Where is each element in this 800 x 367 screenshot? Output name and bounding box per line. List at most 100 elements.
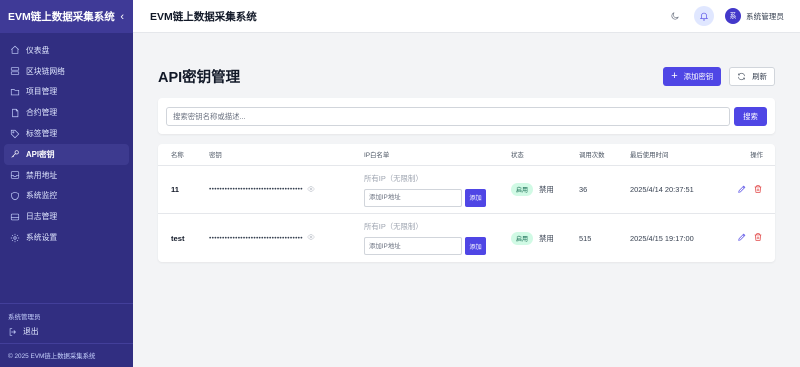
- refresh-icon: [738, 72, 746, 80]
- sidebar-item-label: 项目管理: [26, 87, 58, 97]
- network-icon: [9, 65, 21, 77]
- add-key-label: 添加密钥: [683, 71, 714, 81]
- disable-toggle[interactable]: 禁用: [539, 184, 554, 195]
- column-header-name: 名称: [171, 152, 184, 159]
- logout-label: 退出: [23, 327, 39, 336]
- sidebar-item-logs[interactable]: 日志管理: [4, 206, 129, 227]
- sidebar-item-label: 系统监控: [26, 191, 58, 201]
- logout-button[interactable]: 退出: [8, 326, 125, 337]
- sidebar-item-label: 合约管理: [26, 108, 58, 118]
- key-value: ••••••••••••••••••••••••••••••••••••: [196, 233, 364, 243]
- api-key-table: 名称 密钥 IP白名单 状态 调用次数 最后使用时间 操作 11 •••••••…: [158, 144, 775, 262]
- masked-key: ••••••••••••••••••••••••••••••••••••: [209, 186, 303, 193]
- eye-icon[interactable]: [307, 185, 315, 195]
- sidebar-item-label: 标签管理: [26, 129, 58, 139]
- main: EVM链上数据采集系统 系 系统管理员 API密钥管理 + 添加密钥 刷新 搜索…: [133, 0, 800, 367]
- edit-icon[interactable]: [737, 232, 747, 244]
- bell-icon[interactable]: [694, 6, 715, 26]
- log-icon: [9, 211, 21, 223]
- eye-icon[interactable]: [307, 233, 315, 243]
- ip-add-button[interactable]: 添加: [465, 237, 486, 255]
- sidebar-item-dashboard[interactable]: 仪表盘: [4, 40, 129, 61]
- sidebar-item-settings[interactable]: 系统设置: [4, 227, 129, 248]
- topbar-user-name[interactable]: 系统管理员: [746, 11, 784, 22]
- sidebar-item-tags[interactable]: 标签管理: [4, 123, 129, 144]
- edit-icon[interactable]: [737, 184, 747, 196]
- ip-input[interactable]: [364, 188, 462, 207]
- search-button[interactable]: 搜索: [734, 106, 767, 126]
- sidebar-item-blocked-addresses[interactable]: 禁用地址: [4, 165, 129, 186]
- call-count: 515: [579, 233, 592, 243]
- topbar-title: EVM链上数据采集系统: [150, 10, 257, 23]
- gear-icon: [9, 232, 21, 244]
- key-icon: [9, 148, 21, 160]
- sidebar-item-label: 日志管理: [26, 212, 58, 222]
- sidebar-nav: 仪表盘 区块链网络 项目管理 合约管理 标签管理 API密钥 禁用地址 系统监控…: [0, 33, 133, 303]
- refresh-label: 刷新: [752, 71, 767, 81]
- tag-icon: [9, 128, 21, 140]
- content: API密钥管理 + 添加密钥 刷新 搜索 名称 密钥 IP白名单: [133, 33, 800, 367]
- inbox-icon: [9, 169, 21, 181]
- key-value: ••••••••••••••••••••••••••••••••••••: [196, 185, 364, 195]
- trash-icon[interactable]: [753, 232, 763, 244]
- actions-cell: [720, 232, 775, 244]
- sidebar-user-name: 系统管理员: [8, 314, 41, 321]
- moon-icon[interactable]: [666, 7, 684, 25]
- actions-cell: [720, 184, 775, 196]
- page-header: API密钥管理 + 添加密钥 刷新: [158, 33, 775, 98]
- sidebar-item-network[interactable]: 区块链网络: [4, 61, 129, 82]
- search-card: 搜索: [158, 98, 775, 134]
- ip-add-group: 添加: [364, 188, 511, 207]
- ip-all-text: 所有IP（无限制）: [364, 222, 423, 231]
- ip-whitelist: 所有IP（无限制） 添加: [364, 173, 511, 207]
- key-name: test: [171, 233, 185, 243]
- sidebar-user: 系统管理员 退出: [0, 303, 133, 343]
- table-row: test •••••••••••••••••••••••••••••••••••…: [158, 214, 775, 262]
- page-title: API密钥管理: [158, 69, 241, 86]
- call-count: 36: [579, 185, 588, 194]
- column-header-status: 状态: [511, 152, 524, 159]
- plus-icon: +: [671, 69, 678, 82]
- last-used-time: 2025/4/14 20:37:51: [630, 185, 694, 194]
- add-key-button[interactable]: + 添加密钥: [663, 66, 722, 86]
- sidebar-item-label: 仪表盘: [26, 45, 50, 55]
- avatar[interactable]: 系: [725, 8, 742, 24]
- status-cell: 启用 禁用: [511, 183, 579, 196]
- ip-all-text: 所有IP（无限制）: [364, 173, 423, 183]
- search-input[interactable]: [166, 106, 730, 126]
- sidebar-item-api-keys[interactable]: API密钥: [4, 143, 129, 165]
- sidebar-item-contracts[interactable]: 合约管理: [4, 102, 129, 123]
- status-badge: 启用: [511, 183, 534, 196]
- sidebar-header: EVM链上数据采集系统 ‹: [0, 0, 133, 33]
- ip-whitelist: 所有IP（无限制） 添加: [364, 221, 511, 255]
- column-header-last-used: 最后使用时间: [630, 152, 669, 159]
- refresh-button[interactable]: 刷新: [729, 66, 775, 86]
- status-cell: 启用 禁用: [511, 231, 579, 245]
- masked-key: ••••••••••••••••••••••••••••••••••••: [209, 234, 303, 242]
- sidebar: EVM链上数据采集系统 ‹ 仪表盘 区块链网络 项目管理 合约管理 标签管理 A…: [0, 0, 133, 367]
- sidebar-item-label: API密钥: [26, 149, 55, 159]
- sidebar-item-projects[interactable]: 项目管理: [4, 82, 129, 103]
- ip-input[interactable]: [364, 237, 462, 255]
- ip-add-group: 添加: [364, 237, 511, 255]
- column-header-calls: 调用次数: [579, 152, 605, 159]
- folder-icon: [9, 86, 21, 98]
- status-badge: 启用: [511, 231, 534, 245]
- table-row: 11 •••••••••••••••••••••••••••••••••••• …: [158, 166, 775, 214]
- key-name: 11: [171, 185, 180, 194]
- disable-toggle[interactable]: 禁用: [539, 233, 554, 244]
- sidebar-brand: EVM链上数据采集系统: [8, 11, 115, 23]
- table-header: 名称 密钥 IP白名单 状态 调用次数 最后使用时间 操作: [158, 144, 775, 166]
- sidebar-item-monitor[interactable]: 系统监控: [4, 186, 129, 207]
- topbar: EVM链上数据采集系统 系 系统管理员: [133, 0, 800, 33]
- monitor-icon: [9, 190, 21, 202]
- column-header-key: 密钥: [209, 152, 222, 159]
- home-icon: [9, 44, 21, 56]
- chevron-left-icon[interactable]: ‹: [120, 11, 124, 23]
- document-icon: [9, 107, 21, 119]
- ip-add-button[interactable]: 添加: [465, 188, 486, 207]
- logout-icon: [9, 327, 16, 336]
- sidebar-item-label: 禁用地址: [26, 170, 58, 180]
- column-header-actions: 操作: [750, 152, 763, 159]
- trash-icon[interactable]: [753, 184, 763, 196]
